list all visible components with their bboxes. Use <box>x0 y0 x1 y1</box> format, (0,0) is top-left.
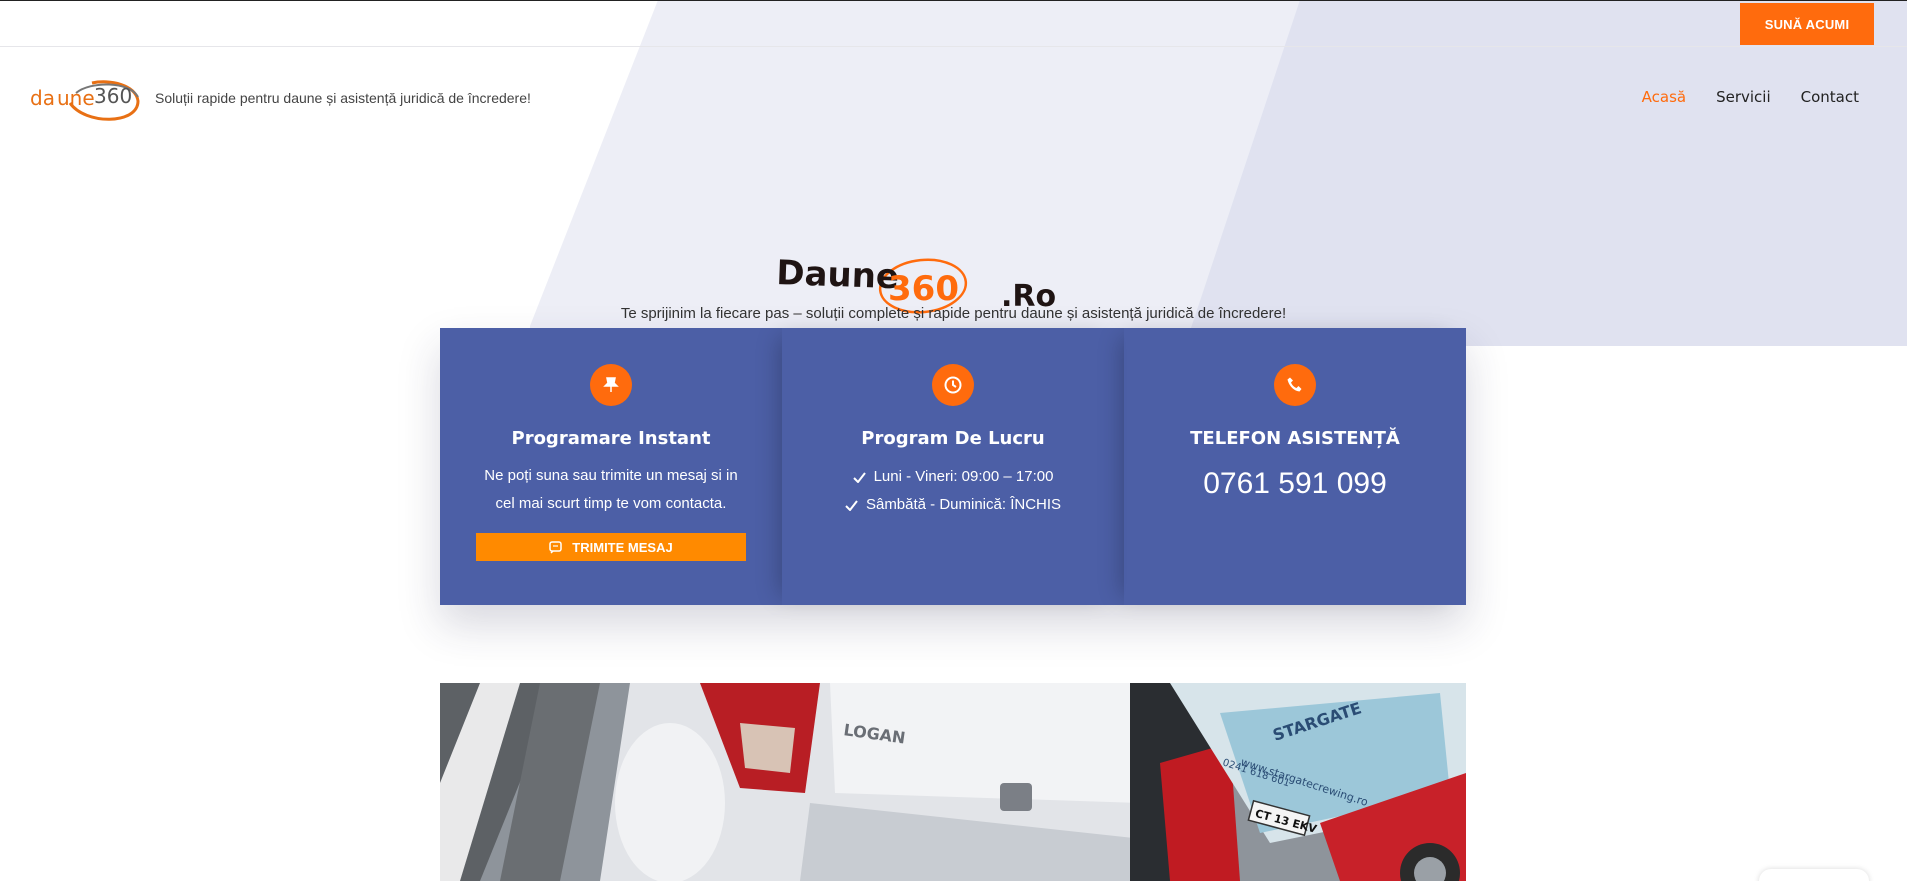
hours-weekdays: Luni - Vineri: 09:00 – 17:00 <box>873 468 1054 485</box>
svg-text:da: da <box>30 86 55 110</box>
chat-widget[interactable] <box>1759 869 1869 881</box>
list-item: Sâmbătă - Duminică: ÎNCHIS <box>845 491 1061 519</box>
hero-subtitle: Te sprijinim la fiecare pas – soluții co… <box>620 305 1287 322</box>
phone-number[interactable]: 0761 591 099 <box>1203 467 1387 501</box>
nav-item-contact[interactable]: Contact <box>1801 88 1859 106</box>
main-nav: Acasă Servicii Contact <box>1642 88 1859 106</box>
site-tagline: Soluții rapide pentru daune și asistență… <box>155 90 531 106</box>
send-message-label: TRIMITE MESAJ <box>572 539 673 555</box>
hours-list: Luni - Vineri: 09:00 – 17:00 Sâmbătă - D… <box>845 463 1061 519</box>
nav-item-acasa[interactable]: Acasă <box>1642 88 1686 106</box>
info-title: TELEFON ASISTENȚĂ <box>1190 428 1400 449</box>
site-header: da une 360 Soluții rapide pentru daune ș… <box>0 47 1907 151</box>
phone-icon <box>1274 364 1316 406</box>
top-bar: SUNĂ ACUMI <box>0 0 1907 47</box>
hero-logo-number: 360 <box>888 269 959 309</box>
call-now-button[interactable]: SUNĂ ACUMI <box>1740 3 1874 45</box>
hours-weekend: Sâmbătă - Duminică: ÎNCHIS <box>865 496 1062 513</box>
svg-text:une: une <box>57 86 95 110</box>
nav-item-servicii[interactable]: Servicii <box>1716 88 1771 106</box>
check-icon <box>852 471 866 483</box>
info-col-telefon: TELEFON ASISTENȚĂ 0761 591 099 <box>1124 328 1466 605</box>
send-message-button[interactable]: TRIMITE MESAJ <box>476 533 746 561</box>
svg-text:360: 360 <box>888 269 959 309</box>
info-text: Ne poți suna sau trimite un mesaj si in … <box>484 467 738 512</box>
pin-icon <box>590 364 632 406</box>
svg-text:360: 360 <box>94 84 132 108</box>
list-item: Luni - Vineri: 09:00 – 17:00 <box>845 463 1061 491</box>
damaged-car-photo: LOGAN STARGATE www.stargatecrewing.ro 02… <box>440 683 1466 881</box>
hero-logo-text: Daune <box>776 253 900 297</box>
svg-text:Daune: Daune <box>776 253 900 297</box>
clock-icon <box>932 364 974 406</box>
info-col-program: Program De Lucru Luni - Vineri: 09:00 – … <box>782 328 1124 605</box>
message-icon <box>549 540 563 554</box>
info-col-programare: Programare Instant Ne poți suna sau trim… <box>440 328 782 605</box>
info-title: Programare Instant <box>511 428 711 449</box>
check-icon <box>845 499 858 511</box>
site-logo[interactable]: da une 360 <box>30 73 142 125</box>
info-panel: Programare Instant Ne poți suna sau trim… <box>440 328 1466 605</box>
info-title: Program De Lucru <box>861 428 1045 449</box>
